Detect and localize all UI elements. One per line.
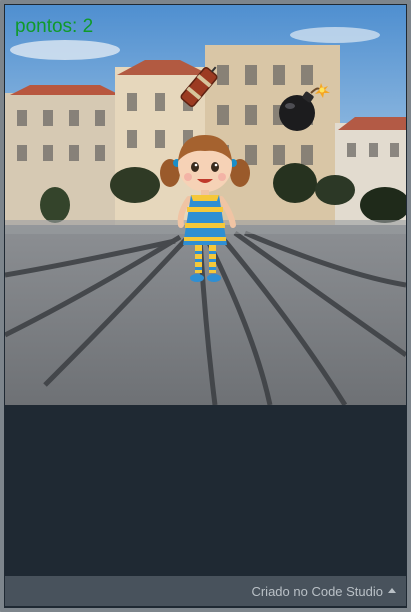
girl-character-sprite [160,135,250,282]
dynamite-sprite [180,66,218,107]
stage-empty-area [5,405,406,576]
credit-label: Criado no Code Studio [251,584,383,599]
game-stage[interactable]: pontos: 2 [5,5,406,405]
code-studio-credit-link[interactable]: Criado no Code Studio [251,584,396,599]
caret-up-icon [388,588,396,593]
footer-bar: Criado no Code Studio [5,576,406,606]
score-display: pontos: 2 [15,16,94,37]
bomb-sprite [279,83,330,131]
